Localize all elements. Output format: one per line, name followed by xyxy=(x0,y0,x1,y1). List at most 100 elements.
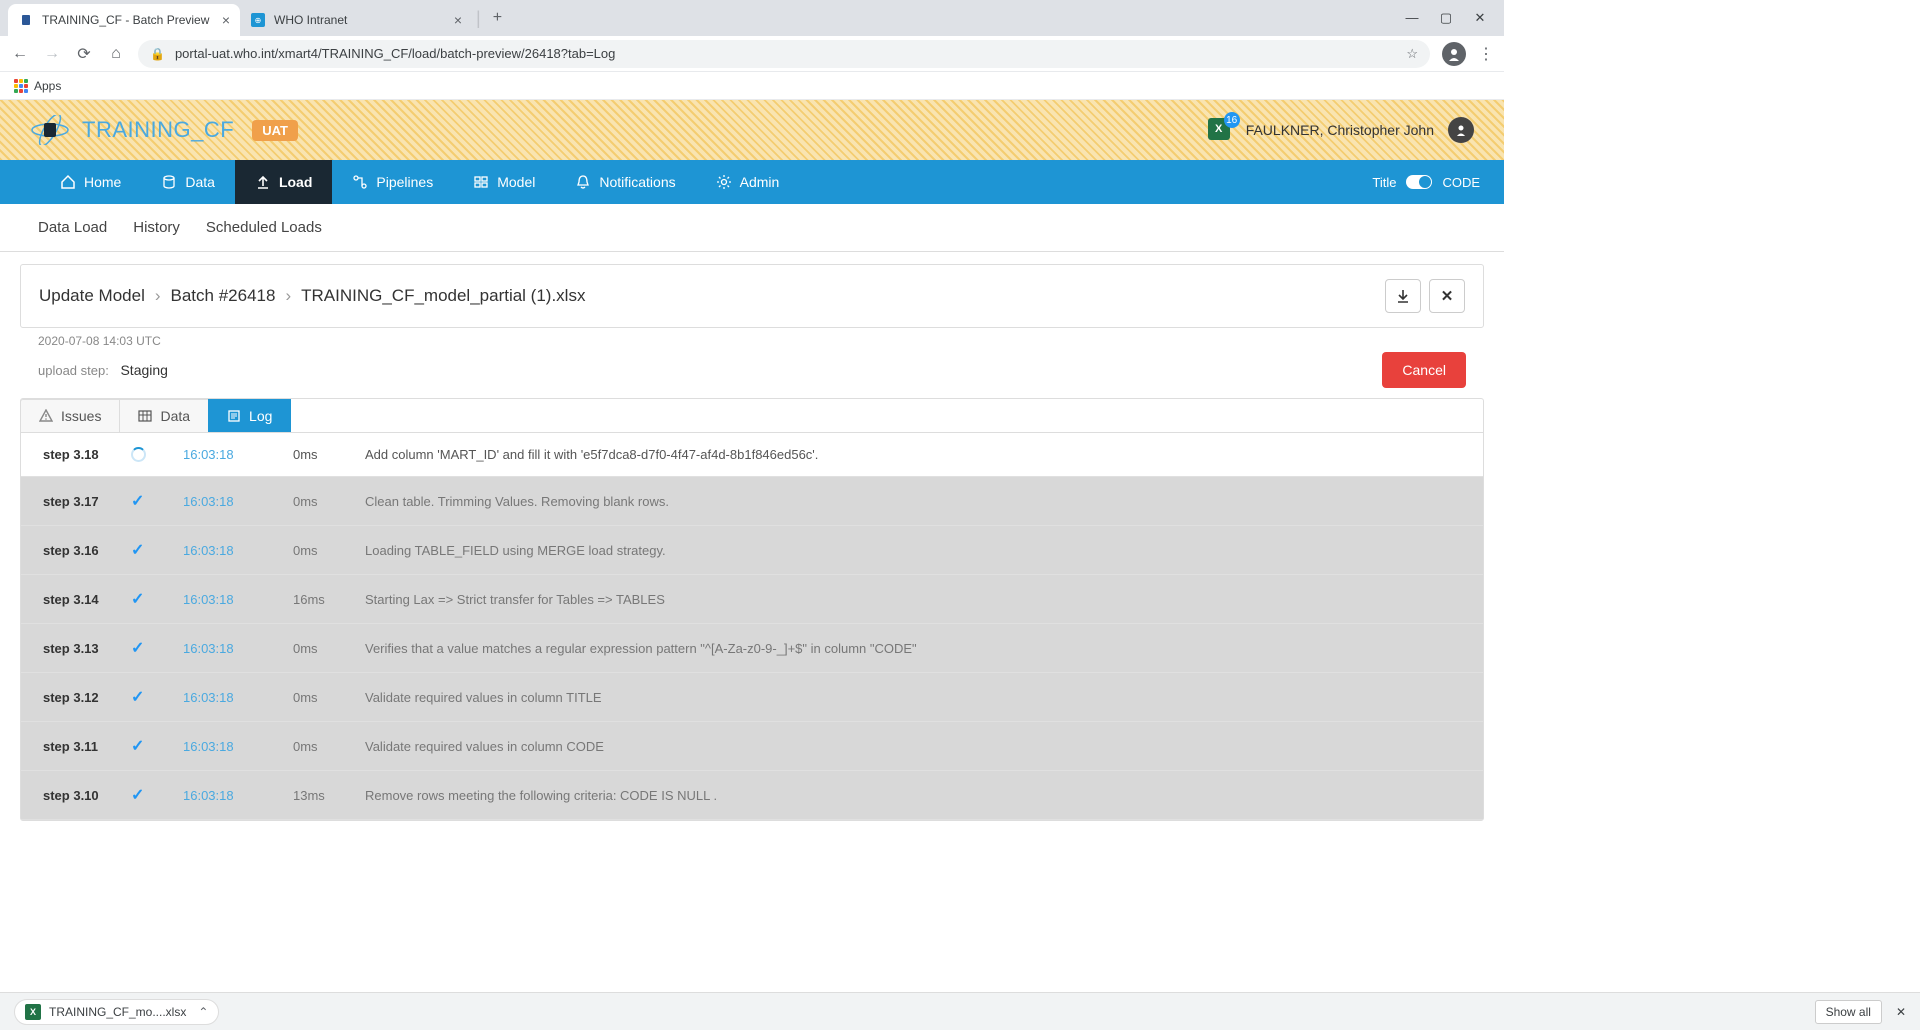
log-duration: 0ms xyxy=(293,447,365,462)
log-duration: 0ms xyxy=(293,739,365,754)
log-step: step 3.13 xyxy=(43,641,131,656)
upload-icon xyxy=(255,174,271,190)
breadcrumb-part: TRAINING_CF_model_partial (1).xlsx xyxy=(301,286,585,306)
model-icon xyxy=(473,174,489,190)
log-status: ✓ xyxy=(131,687,183,707)
subnav-data-load[interactable]: Data Load xyxy=(38,219,107,236)
browser-toolbar: ← → ⟳ ⌂ 🔒 portal-uat.who.int/xmart4/TRAI… xyxy=(0,36,1504,72)
toggle-label-right: CODE xyxy=(1442,175,1480,190)
nav-data[interactable]: Data xyxy=(141,160,235,204)
bell-icon xyxy=(575,174,591,190)
excel-notification-badge[interactable]: X 16 xyxy=(1208,118,1232,142)
table-icon xyxy=(138,409,152,423)
log-time: 16:03:18 xyxy=(183,788,293,803)
browser-tab[interactable]: ⊕ WHO Intranet × xyxy=(240,4,472,36)
user-avatar-icon[interactable] xyxy=(1448,117,1474,143)
breadcrumb-part[interactable]: Batch #26418 xyxy=(171,286,276,306)
log-row[interactable]: step 3.17✓16:03:180msClean table. Trimmi… xyxy=(21,477,1483,526)
download-button[interactable] xyxy=(1385,279,1421,313)
tab-favicon-icon xyxy=(18,12,34,28)
log-status: ✓ xyxy=(131,491,183,511)
show-all-button[interactable]: Show all xyxy=(1815,1000,1882,1024)
upload-step-label: upload step: xyxy=(38,363,109,378)
chevron-right-icon: › xyxy=(155,286,161,306)
database-icon xyxy=(161,174,177,190)
maximize-button[interactable]: ▢ xyxy=(1438,10,1454,26)
nav-model[interactable]: Model xyxy=(453,160,555,204)
log-message: Add column 'MART_ID' and fill it with 'e… xyxy=(365,447,1461,462)
log-step: step 3.16 xyxy=(43,543,131,558)
tab-issues[interactable]: Issues xyxy=(20,399,120,432)
log-table: step 3.1816:03:180msAdd column 'MART_ID'… xyxy=(21,433,1483,820)
log-row[interactable]: step 3.12✓16:03:180msValidate required v… xyxy=(21,673,1483,722)
chevron-up-icon[interactable]: ⌃ xyxy=(198,1005,208,1019)
sub-nav: Data Load History Scheduled Loads xyxy=(0,204,1504,252)
back-button[interactable]: ← xyxy=(10,45,30,63)
bookmark-star-icon[interactable]: ☆ xyxy=(1406,46,1418,62)
apps-label[interactable]: Apps xyxy=(34,79,61,93)
log-time: 16:03:18 xyxy=(183,739,293,754)
title-code-toggle[interactable] xyxy=(1406,175,1432,189)
reload-button[interactable]: ⟳ xyxy=(74,44,94,64)
download-bar: X TRAINING_CF_mo....xlsx ⌃ Show all ✕ xyxy=(0,992,1920,1030)
log-status: ✓ xyxy=(131,540,183,560)
download-item[interactable]: X TRAINING_CF_mo....xlsx ⌃ xyxy=(14,999,219,1025)
nav-home[interactable]: Home xyxy=(40,160,141,204)
minimize-button[interactable]: — xyxy=(1404,10,1420,26)
log-row[interactable]: step 3.1816:03:180msAdd column 'MART_ID'… xyxy=(21,433,1483,477)
log-row[interactable]: step 3.16✓16:03:180msLoading TABLE_FIELD… xyxy=(21,526,1483,575)
address-bar[interactable]: 🔒 portal-uat.who.int/xmart4/TRAINING_CF/… xyxy=(138,40,1430,68)
nav-notifications[interactable]: Notifications xyxy=(555,160,695,204)
close-button[interactable]: ✕ xyxy=(1429,279,1465,313)
cancel-button[interactable]: Cancel xyxy=(1382,352,1466,388)
nav-admin[interactable]: Admin xyxy=(696,160,800,204)
log-row[interactable]: step 3.14✓16:03:1816msStarting Lax => St… xyxy=(21,575,1483,624)
nav-load[interactable]: Load xyxy=(235,160,332,204)
subnav-history[interactable]: History xyxy=(133,219,180,236)
forward-button[interactable]: → xyxy=(42,45,62,63)
close-icon[interactable]: × xyxy=(222,12,230,28)
log-status xyxy=(131,447,183,462)
pipeline-icon xyxy=(352,174,368,190)
log-row[interactable]: step 3.11✓16:03:180msValidate required v… xyxy=(21,722,1483,771)
log-row[interactable]: step 3.13✓16:03:180msVerifies that a val… xyxy=(21,624,1483,673)
log-duration: 0ms xyxy=(293,543,365,558)
batch-timestamp: 2020-07-08 14:03 UTC xyxy=(20,328,1484,348)
lock-icon: 🔒 xyxy=(150,47,165,61)
browser-tab-active[interactable]: TRAINING_CF - Batch Preview × xyxy=(8,4,240,36)
log-step: step 3.12 xyxy=(43,690,131,705)
log-message: Validate required values in column TITLE xyxy=(365,690,1461,705)
app-header: TRAINING_CF UAT X 16 FAULKNER, Christoph… xyxy=(0,100,1504,160)
url-text: portal-uat.who.int/xmart4/TRAINING_CF/lo… xyxy=(175,46,615,61)
new-tab-button[interactable]: + xyxy=(493,9,502,27)
log-row[interactable]: step 3.10✓16:03:1813msRemove rows meetin… xyxy=(21,771,1483,820)
log-time: 16:03:18 xyxy=(183,447,293,462)
tabs-card: Issues Data Log step 3.1816:03:180msAdd … xyxy=(20,398,1484,821)
check-icon: ✓ xyxy=(131,738,144,755)
home-button[interactable]: ⌂ xyxy=(106,45,126,63)
env-badge: UAT xyxy=(252,120,298,141)
close-download-bar[interactable]: ✕ xyxy=(1896,1005,1906,1019)
logo-area[interactable]: TRAINING_CF UAT xyxy=(30,115,298,145)
apps-grid-icon[interactable] xyxy=(14,79,28,93)
spinner-icon xyxy=(131,447,146,462)
tab-data[interactable]: Data xyxy=(119,399,209,432)
nav-pipelines[interactable]: Pipelines xyxy=(332,160,453,204)
check-icon: ✓ xyxy=(131,493,144,510)
kebab-menu-icon[interactable]: ⋮ xyxy=(1478,44,1494,64)
profile-avatar-icon[interactable] xyxy=(1442,42,1466,66)
breadcrumb-part[interactable]: Update Model xyxy=(39,286,145,306)
close-icon[interactable]: × xyxy=(454,12,462,28)
log-duration: 0ms xyxy=(293,494,365,509)
tab-log[interactable]: Log xyxy=(208,399,291,432)
subnav-scheduled-loads[interactable]: Scheduled Loads xyxy=(206,219,322,236)
close-window-button[interactable]: ✕ xyxy=(1472,10,1488,26)
log-message: Starting Lax => Strict transfer for Tabl… xyxy=(365,592,1461,607)
download-filename: TRAINING_CF_mo....xlsx xyxy=(49,1005,186,1019)
excel-icon: X xyxy=(25,1004,41,1020)
log-message: Remove rows meeting the following criter… xyxy=(365,788,1461,803)
log-message: Verifies that a value matches a regular … xyxy=(365,641,1461,656)
log-status: ✓ xyxy=(131,589,183,609)
log-status: ✓ xyxy=(131,736,183,756)
log-time: 16:03:18 xyxy=(183,690,293,705)
